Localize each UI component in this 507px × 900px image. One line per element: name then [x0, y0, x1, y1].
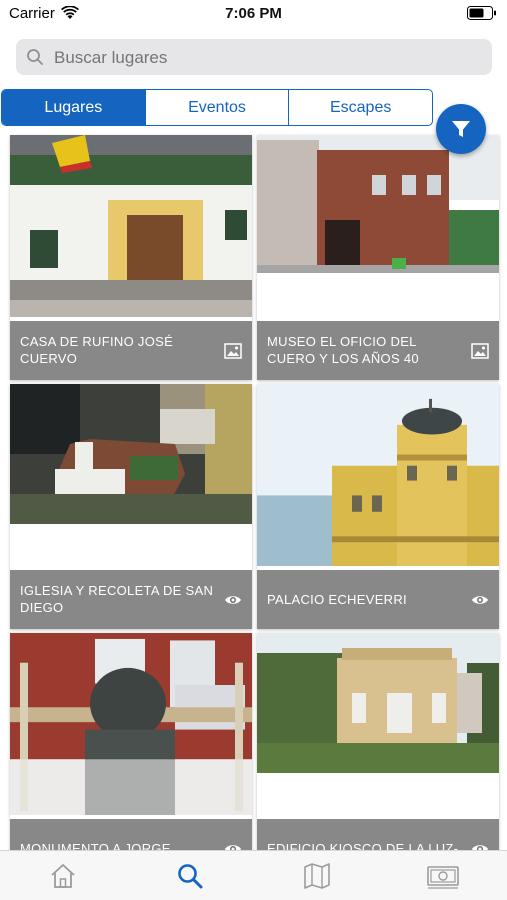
tab-bar	[0, 850, 507, 900]
place-photo	[257, 384, 499, 566]
tab-eventos[interactable]: Eventos	[146, 90, 290, 125]
place-photo	[10, 135, 252, 317]
filter-icon	[452, 121, 470, 137]
search-input[interactable]	[52, 39, 486, 77]
tab-lugares[interactable]: Lugares	[2, 90, 146, 125]
place-caption: CASA DE RUFINO JOSÉ CUERVO	[10, 321, 252, 380]
place-card[interactable]: MONUMENTO A JORGE	[10, 633, 252, 850]
place-caption: PALACIO ECHEVERRI	[257, 570, 499, 629]
image-icon	[471, 343, 489, 359]
place-name: MUSEO EL OFICIO DEL CUERO Y LOS AÑOS 40	[267, 334, 419, 366]
image-icon	[224, 343, 242, 359]
place-name: PALACIO ECHEVERRI	[267, 592, 407, 607]
place-card[interactable]: PALACIO ECHEVERRI	[257, 384, 499, 629]
eye-icon	[225, 845, 241, 850]
eye-icon	[225, 596, 241, 604]
place-photo	[10, 633, 252, 815]
place-name: IGLESIA Y RECOLETA DE SAN DIEGO	[20, 583, 214, 615]
place-card[interactable]: CASA DE RUFINO JOSÉ CUERVO	[10, 135, 252, 380]
place-caption: MUSEO EL OFICIO DEL CUERO Y LOS AÑOS 40	[257, 321, 499, 380]
battery-icon	[467, 6, 496, 20]
search-bar[interactable]	[16, 39, 492, 77]
place-photo	[257, 135, 499, 317]
place-name: MONUMENTO A JORGE	[20, 841, 171, 850]
places-grid: CASA DE RUFINO JOSÉ CUERVO MUSEO EL OFIC…	[0, 133, 507, 850]
status-bar: Carrier 7:06 PM	[0, 0, 507, 28]
eye-icon	[472, 596, 488, 604]
place-card[interactable]: EDIFICIO KIOSCO DE LA LUZ-	[257, 633, 499, 850]
place-card[interactable]: IGLESIA Y RECOLETA DE SAN DIEGO	[10, 384, 252, 629]
place-caption: MONUMENTO A JORGE	[10, 819, 252, 850]
place-caption: IGLESIA Y RECOLETA DE SAN DIEGO	[10, 570, 252, 629]
status-time: 7:06 PM	[225, 5, 282, 22]
search-icon[interactable]	[175, 861, 205, 891]
place-caption: EDIFICIO KIOSCO DE LA LUZ-	[257, 819, 499, 850]
tab-escapes[interactable]: Escapes	[289, 90, 432, 125]
place-name: CASA DE RUFINO JOSÉ CUERVO	[20, 334, 174, 366]
place-photo	[10, 384, 252, 566]
place-card[interactable]: MUSEO EL OFICIO DEL CUERO Y LOS AÑOS 40	[257, 135, 499, 380]
money-icon[interactable]	[426, 861, 460, 891]
place-name: EDIFICIO KIOSCO DE LA LUZ-	[267, 841, 459, 850]
map-icon[interactable]	[302, 861, 332, 891]
filter-button[interactable]	[436, 104, 486, 154]
home-icon[interactable]	[48, 861, 78, 891]
place-photo	[257, 633, 499, 815]
eye-icon	[472, 845, 488, 850]
category-segmented-control: Lugares Eventos Escapes	[1, 89, 433, 126]
search-icon	[27, 49, 43, 65]
